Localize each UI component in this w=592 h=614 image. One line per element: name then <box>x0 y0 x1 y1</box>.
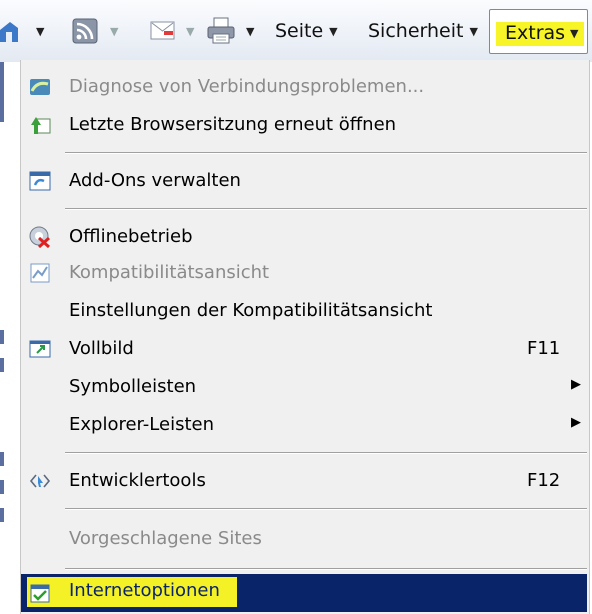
internet-options-icon <box>30 584 50 603</box>
menu-item-suggested-sites[interactable]: Vorgeschlagene Sites <box>21 522 587 556</box>
addons-icon <box>29 171 51 191</box>
menu-item-compatibility-view[interactable]: Kompatibilitätsansicht <box>21 256 587 290</box>
menu-item-label: Kompatibilitätsansicht <box>69 262 270 283</box>
compat-view-icon <box>30 263 50 283</box>
chevron-down-icon: ▼ <box>329 24 338 38</box>
home-icon <box>0 22 18 42</box>
menu-item-label: Diagnose von Verbindungsproblemen... <box>69 76 425 97</box>
menu-separator <box>65 508 587 510</box>
safety-menu-button[interactable]: Sicherheit ▼ <box>368 0 478 62</box>
menu-item-label: Explorer-Leisten <box>69 414 214 435</box>
menu-item-diagnose[interactable]: Diagnose von Verbindungsproblemen... <box>21 70 587 104</box>
menu-separator <box>65 568 587 570</box>
menu-item-explorer-bars[interactable]: Explorer-Leisten ▶ <box>21 408 587 442</box>
menu-item-compatibility-settings[interactable]: Einstellungen der Kompatibilitätsansicht <box>21 294 587 328</box>
menu-item-manage-addons[interactable]: Add-Ons verwalten <box>21 164 587 198</box>
menu-item-work-offline[interactable]: Offlinebetrieb <box>21 220 587 254</box>
menu-item-toolbars[interactable]: Symbolleisten ▶ <box>21 370 587 404</box>
menu-item-label: Add-Ons verwalten <box>69 170 241 191</box>
submenu-arrow-icon: ▶ <box>571 415 581 430</box>
feeds-button[interactable]: ▼ <box>72 0 118 62</box>
extras-dropdown-menu: Diagnose von Verbindungsproblemen... Let… <box>20 60 590 614</box>
menu-item-label: Vollbild <box>69 338 134 359</box>
menu-item-label: Vorgeschlagene Sites <box>69 528 262 549</box>
feeds-icon <box>72 18 98 44</box>
network-diagnose-icon <box>30 79 50 95</box>
menu-item-label: Entwicklertools <box>69 470 206 491</box>
extras-menu-button[interactable]: Extras ▼ <box>489 9 588 54</box>
chevron-down-icon[interactable]: ▼ <box>246 25 254 38</box>
safety-menu-label: Sicherheit <box>368 20 464 42</box>
home-button[interactable]: ▼ <box>0 0 44 62</box>
menu-separator <box>65 152 587 154</box>
page-menu-label: Seite <box>275 20 324 42</box>
shortcut-label: F12 <box>527 470 561 491</box>
dev-tools-icon <box>29 474 51 488</box>
menu-item-fullscreen[interactable]: Vollbild F11 <box>21 332 587 366</box>
command-bar: ▼ ▼ ▼ ▼ Seite ▼ Sicherheit ▼ Extras ▼ <box>0 0 592 62</box>
page-content-edge <box>0 62 20 614</box>
menu-item-internet-options[interactable]: Internetoptionen <box>21 574 587 612</box>
chevron-down-icon[interactable]: ▼ <box>110 25 118 38</box>
menu-separator <box>65 208 587 210</box>
print-button[interactable]: ▼ <box>206 0 254 62</box>
chevron-down-icon: ▼ <box>570 27 579 40</box>
menu-item-reopen-session[interactable]: Letzte Browsersitzung erneut öffnen <box>21 108 587 142</box>
menu-item-label: Offlinebetrieb <box>69 226 193 247</box>
menu-item-label: Einstellungen der Kompatibilitätsansicht <box>69 300 433 321</box>
chevron-down-icon: ▼ <box>469 24 478 38</box>
page-menu-button[interactable]: Seite ▼ <box>275 0 338 62</box>
menu-item-label: Letzte Browsersitzung erneut öffnen <box>69 114 397 135</box>
menu-item-developer-tools[interactable]: Entwicklertools F12 <box>21 464 587 498</box>
menu-separator <box>65 452 587 454</box>
chevron-down-icon[interactable]: ▼ <box>186 25 194 38</box>
submenu-arrow-icon: ▶ <box>571 377 581 392</box>
offline-icon <box>29 226 51 248</box>
chevron-down-icon[interactable]: ▼ <box>36 25 44 38</box>
mail-button[interactable]: ▼ <box>150 0 194 62</box>
print-icon <box>207 17 235 44</box>
menu-item-label: Symbolleisten <box>69 376 197 397</box>
extras-menu-label: Extras <box>505 22 566 44</box>
menu-item-label: Internetoptionen <box>69 580 220 601</box>
reopen-session-icon <box>31 117 51 134</box>
fullscreen-icon <box>29 340 51 358</box>
shortcut-label: F11 <box>527 338 561 359</box>
mail-icon <box>150 21 175 40</box>
